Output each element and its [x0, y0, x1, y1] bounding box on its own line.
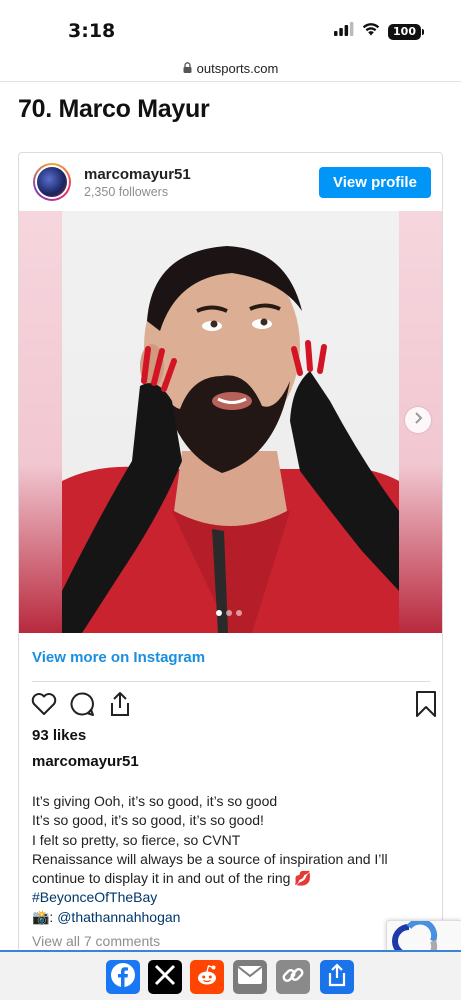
caption-line: It’s giving Ooh, it’s so good, it’s so g… [32, 793, 278, 809]
facebook-icon [110, 962, 136, 993]
status-icons: 100 [334, 22, 424, 41]
heart-icon[interactable] [30, 690, 58, 718]
x-icon [154, 964, 176, 991]
carousel-dot[interactable] [216, 610, 222, 616]
avatar[interactable] [33, 163, 71, 201]
url-text: outsports.com [196, 60, 279, 76]
chevron-right-icon [413, 411, 423, 429]
x-share-button[interactable] [148, 960, 182, 994]
instagram-username[interactable]: marcomayur51 [84, 166, 191, 183]
follower-count: 2,350 followers [84, 185, 169, 199]
instagram-header: marcomayur51 2,350 followers View profil… [19, 153, 442, 211]
photo-credit-prefix: 📸: [32, 908, 58, 925]
link-icon [281, 963, 305, 992]
wifi-icon [362, 22, 380, 41]
caption-username[interactable]: marcomayur51 [32, 753, 139, 770]
share-icon [326, 962, 348, 992]
post-caption: It’s giving Ooh, it’s so good, it’s so g… [32, 792, 432, 927]
carousel-indicator [216, 610, 242, 616]
battery-indicator: 100 [388, 23, 424, 40]
email-icon [237, 965, 263, 990]
native-share-button[interactable] [320, 960, 354, 994]
carousel-dot[interactable] [226, 610, 232, 616]
url-bar[interactable]: outsports.com [0, 56, 461, 80]
post-actions [30, 690, 436, 720]
comment-icon[interactable] [68, 690, 96, 718]
caption-line: I felt so pretty, so fierce, so CVNT [32, 831, 241, 848]
status-time: 3:18 [68, 20, 116, 42]
caption-line: It’s so good, it’s so good, it’s so good… [32, 812, 264, 829]
carousel-dot[interactable] [236, 610, 242, 616]
reddit-share-button[interactable] [190, 960, 224, 994]
instagram-post-image[interactable] [19, 211, 442, 633]
photographer-handle-link[interactable]: @thathannahhogan [57, 909, 180, 925]
previous-slide-edge [19, 211, 62, 633]
like-count: 93 likes [32, 727, 87, 744]
status-bar: 3:18 100 [0, 0, 461, 58]
post-photo [62, 211, 399, 633]
reddit-icon [194, 962, 220, 993]
card-divider [32, 681, 430, 682]
instagram-embed: marcomayur51 2,350 followers View profil… [18, 152, 443, 972]
carousel-next-button[interactable] [405, 407, 431, 433]
hashtag-link[interactable]: #BeyonceOfTheBay [32, 888, 432, 907]
url-divider [0, 81, 461, 82]
lock-icon [183, 61, 192, 76]
social-share-bar [0, 950, 461, 1000]
copy-link-button[interactable] [276, 960, 310, 994]
article-heading: 70. Marco Mayur [18, 95, 210, 123]
cellular-signal-icon [334, 22, 354, 41]
bookmark-icon[interactable] [414, 690, 442, 718]
view-profile-button[interactable]: View profile [319, 167, 431, 198]
view-more-on-instagram-link[interactable]: View more on Instagram [32, 649, 205, 666]
caption-line: continue to display it in and out of the… [32, 870, 312, 887]
email-share-button[interactable] [233, 960, 267, 994]
caption-line: Renaissance will always be a source of i… [32, 850, 388, 867]
view-all-comments-link[interactable]: View all 7 comments [32, 933, 160, 949]
facebook-share-button[interactable] [106, 960, 140, 994]
share-icon[interactable] [106, 690, 134, 718]
